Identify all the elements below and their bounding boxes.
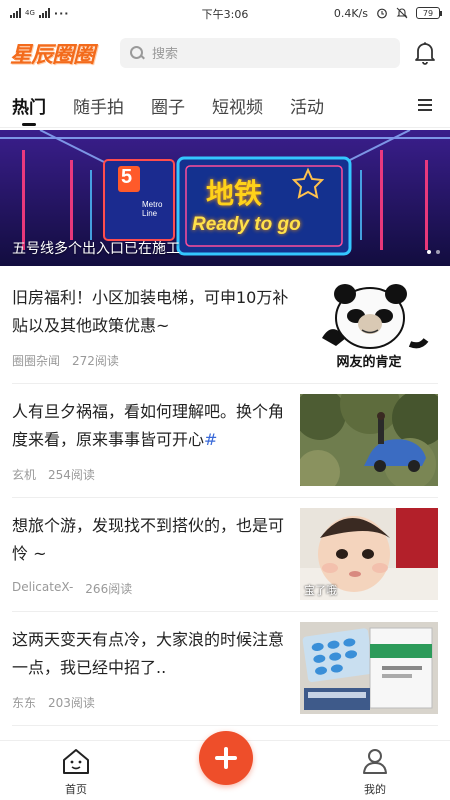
tab-short-video[interactable]: 短视频 bbox=[212, 84, 263, 128]
banner-badge-text: Metro Line bbox=[142, 200, 163, 218]
status-bar: 4G ··· 下午3:06 0.4K/s 79 bbox=[0, 0, 450, 26]
feed-item-reads: 266阅读 bbox=[85, 582, 133, 596]
status-right: 0.4K/s 79 bbox=[333, 6, 442, 20]
tab-events[interactable]: 活动 bbox=[290, 84, 324, 128]
banner-badge-number: 5 bbox=[121, 166, 133, 188]
more-dots-icon: ··· bbox=[53, 6, 70, 20]
tab-snapshot[interactable]: 随手拍 bbox=[73, 84, 124, 128]
tab-circles[interactable]: 圈子 bbox=[151, 84, 185, 128]
feed-item-reads: 203阅读 bbox=[48, 696, 95, 710]
feed-item-title: 这两天变天有点冷，大家浪的时候注意一点，我已经中招了.. bbox=[12, 630, 285, 677]
network-speed: 0.4K/s bbox=[333, 6, 368, 20]
banner-sign-subtitle: Ready to go bbox=[192, 214, 301, 235]
notification-button[interactable] bbox=[410, 38, 440, 68]
status-left: 4G ··· bbox=[10, 7, 69, 20]
feed-item-reads: 272阅读 bbox=[72, 354, 119, 368]
feed-item-source: 圈圈杂闻 bbox=[12, 354, 61, 368]
feed-item-reads: 254阅读 bbox=[48, 468, 95, 482]
app-header: 星辰圈圈 bbox=[0, 30, 450, 76]
feed-item-meta: DelicateX- 266阅读 bbox=[12, 580, 132, 597]
tab-hot[interactable]: 热门 bbox=[12, 84, 46, 128]
bottom-navigation: 首页 我的 bbox=[0, 731, 450, 800]
feed-item-meta: 玄机 254阅读 bbox=[12, 466, 95, 483]
banner-caption: 五号线多个出入口已在施工 bbox=[12, 241, 180, 257]
nav-profile[interactable]: 我的 bbox=[353, 747, 397, 797]
menu-icon[interactable] bbox=[418, 99, 432, 111]
app-logo[interactable]: 星辰圈圈 bbox=[10, 37, 106, 69]
alarm-icon bbox=[377, 8, 387, 19]
feed-item-title: 旧房福利！小区加装电梯，可申10万补贴以及其他政策优惠~ bbox=[12, 288, 289, 335]
feed-item-thumbnail: 宝了哦 bbox=[300, 508, 438, 600]
nav-profile-label: 我的 bbox=[364, 783, 386, 796]
feed-item-thumbnail bbox=[300, 622, 438, 714]
feed-item-title-text: 人有旦夕祸福，看如何理解吧。换个角度来看，原来事事皆可开心 bbox=[12, 402, 285, 449]
carousel-dot bbox=[436, 250, 440, 254]
feed-item-source: DelicateX- bbox=[12, 580, 74, 594]
hashtag-link[interactable]: # bbox=[204, 430, 217, 449]
feed-item-thumbnail: 网友的肯定 bbox=[300, 280, 438, 372]
search-input[interactable] bbox=[152, 45, 372, 61]
feed-item[interactable]: 旧房福利！小区加装电梯，可申10万补贴以及其他政策优惠~ 圈圈杂闻 272阅读 … bbox=[12, 270, 438, 384]
carousel-dot bbox=[427, 250, 431, 254]
search-bar[interactable] bbox=[120, 38, 400, 68]
battery-level: 79 bbox=[422, 8, 434, 18]
battery-icon: 79 bbox=[416, 7, 442, 19]
feed-item-meta: 东东 203阅读 bbox=[12, 694, 95, 711]
feed-item[interactable]: 人有旦夕祸福，看如何理解吧。换个角度来看，原来事事皆可开心# 玄机 254阅读 bbox=[12, 384, 438, 498]
category-tabs: 热门 随手拍 圈子 短视频 活动 bbox=[0, 84, 450, 128]
feed-item-title: 人有旦夕祸福，看如何理解吧。换个角度来看，原来事事皆可开心# bbox=[12, 398, 290, 454]
banner-carousel[interactable]: 5 Metro Line 地铁 Ready to go 五号线多个出入口已在施工 bbox=[0, 130, 450, 266]
person-icon bbox=[363, 749, 387, 774]
signal-icon-2 bbox=[38, 8, 50, 18]
search-icon bbox=[130, 46, 144, 60]
home-icon bbox=[63, 749, 89, 774]
feed-item-source: 东东 bbox=[12, 696, 37, 710]
mute-icon bbox=[396, 7, 408, 19]
carousel-indicator bbox=[427, 250, 440, 254]
feed-item-title: 想旅个游，发现找不到搭伙的，也是可怜 ~ bbox=[12, 516, 285, 563]
feed-item[interactable]: 想旅个游，发现找不到搭伙的，也是可怜 ~ DelicateX- 266阅读 宝了… bbox=[12, 498, 438, 612]
medicine-boxes-image bbox=[300, 622, 438, 714]
feed-item-thumbnail bbox=[300, 394, 438, 486]
nav-home-label: 首页 bbox=[65, 783, 87, 796]
feed-item[interactable]: 这两天变天有点冷，大家浪的时候注意一点，我已经中招了.. 东东 203阅读 bbox=[12, 612, 438, 726]
feed-item-meta: 圈圈杂闻 272阅读 bbox=[12, 352, 119, 369]
bell-icon bbox=[415, 42, 435, 65]
car-in-bushes-image bbox=[300, 394, 438, 486]
news-feed: 旧房福利！小区加装电梯，可申10万补贴以及其他政策优惠~ 圈圈杂闻 272阅读 … bbox=[0, 270, 450, 726]
thumb-caption: 网友的肯定 bbox=[336, 355, 402, 370]
create-post-button[interactable] bbox=[199, 731, 253, 785]
signal-icon bbox=[10, 8, 21, 18]
network-type: 4G bbox=[25, 9, 35, 17]
thumb-overlay-text: 宝了哦 bbox=[304, 584, 337, 597]
nav-home[interactable]: 首页 bbox=[54, 747, 98, 797]
banner-sign-title: 地铁 bbox=[206, 177, 263, 210]
plus-icon bbox=[215, 747, 237, 769]
feed-item-source: 玄机 bbox=[12, 468, 37, 482]
